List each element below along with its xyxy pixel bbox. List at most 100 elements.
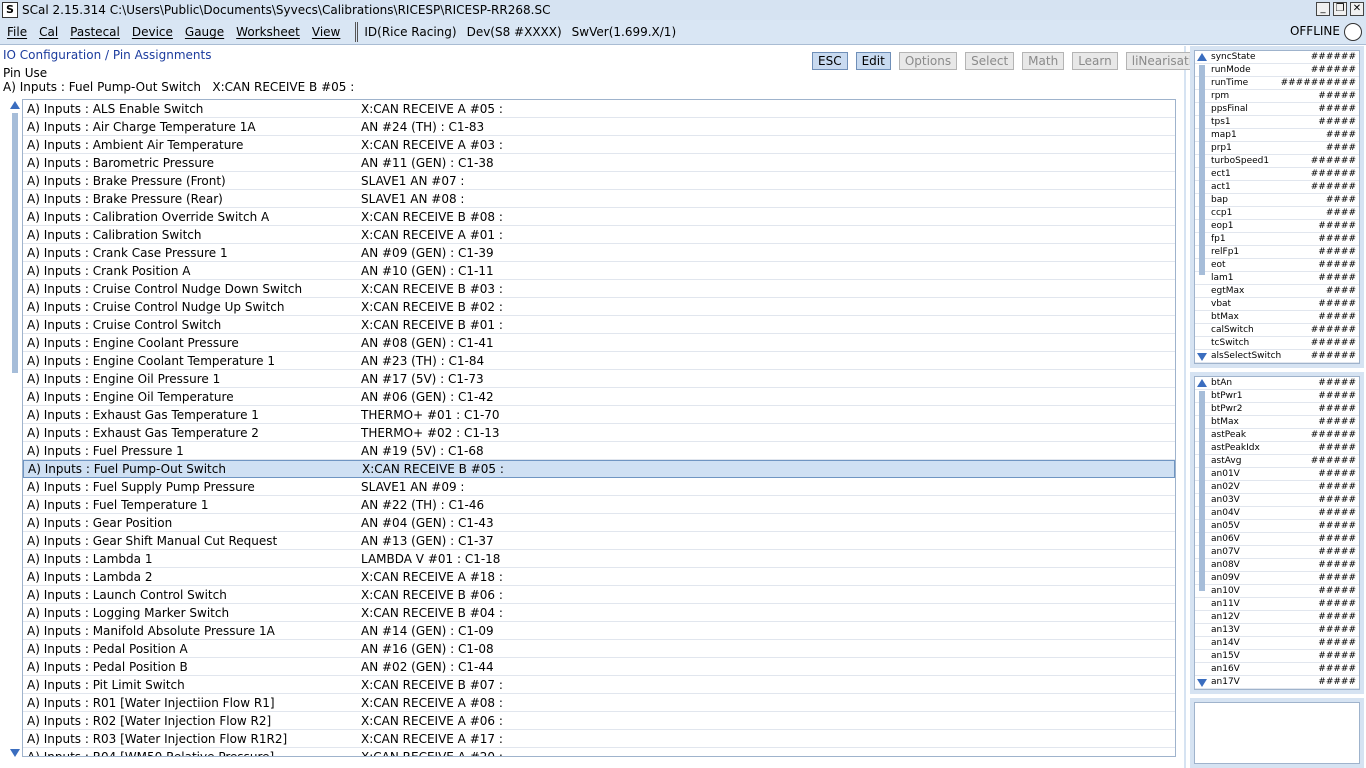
gauge-row[interactable]: an17V ##### [1195, 676, 1359, 689]
gauge-row[interactable]: turboSpeed1 ###### [1195, 155, 1359, 168]
table-row[interactable]: A) Inputs : R01 [Water Injectiion Flow R… [23, 694, 1175, 712]
gauge-row[interactable]: bap #### [1195, 194, 1359, 207]
gauge-row[interactable]: prp1 #### [1195, 142, 1359, 155]
gauge-scrollbar-top[interactable] [1197, 53, 1207, 361]
gauge-row[interactable]: astPeakIdx ##### [1195, 442, 1359, 455]
gauge-row[interactable]: btPwr1 ##### [1195, 390, 1359, 403]
menu-view[interactable]: View [312, 25, 340, 39]
gauge-row[interactable]: eot ##### [1195, 259, 1359, 272]
gauge-row[interactable]: an12V ##### [1195, 611, 1359, 624]
gauge-row[interactable]: tcSwitch ###### [1195, 337, 1359, 350]
table-row[interactable]: A) Inputs : Launch Control Switch X:CAN R… [23, 586, 1175, 604]
table-row[interactable]: A) Inputs : Fuel Supply Pump Pressure SLA… [23, 478, 1175, 496]
table-row[interactable]: A) Inputs : Gear Shift Manual Cut Reques… [23, 532, 1175, 550]
table-row[interactable]: A) Inputs : Pit Limit Switch X:CAN RECEIV… [23, 676, 1175, 694]
table-row[interactable]: A) Inputs : Exhaust Gas Temperature 1 THE… [23, 406, 1175, 424]
table-row[interactable]: A) Inputs : Engine Coolant Temperature 1… [23, 352, 1175, 370]
table-row[interactable]: A) Inputs : R04 [WM50 Relative Pressure]… [23, 748, 1175, 757]
gauge-row[interactable]: astAvg ###### [1195, 455, 1359, 468]
table-row[interactable]: A) Inputs : Logging Marker Switch X:CAN R… [23, 604, 1175, 622]
gauge-row[interactable]: an11V ##### [1195, 598, 1359, 611]
gauge-row[interactable]: btMax ##### [1195, 311, 1359, 324]
page-title[interactable]: IO Configuration / Pin Assignments [3, 48, 211, 62]
menu-file[interactable]: File [7, 25, 27, 39]
gauge-row[interactable]: ect1 ###### [1195, 168, 1359, 181]
table-row[interactable]: A) Inputs : R02 [Water Injection Flow R2… [23, 712, 1175, 730]
table-row[interactable]: A) Inputs : Cruise Control Switch X:CAN R… [23, 316, 1175, 334]
menu-worksheet[interactable]: Worksheet [236, 25, 300, 39]
scroll-down-icon[interactable] [10, 749, 20, 757]
gauge-row[interactable]: an03V ##### [1195, 494, 1359, 507]
list-scrollbar[interactable] [9, 99, 21, 759]
gauge-row[interactable]: an06V ##### [1195, 533, 1359, 546]
gauge-row[interactable]: calSwitch ###### [1195, 324, 1359, 337]
table-row[interactable]: A) Inputs : Exhaust Gas Temperature 2 THE… [23, 424, 1175, 442]
gauge-row[interactable]: an13V ##### [1195, 624, 1359, 637]
gauge-row[interactable]: vbat ##### [1195, 298, 1359, 311]
table-row[interactable]: A) Inputs : Cruise Control Nudge Up Swit… [23, 298, 1175, 316]
gauge-row[interactable]: ppsFinal ##### [1195, 103, 1359, 116]
gauge-row[interactable]: map1 #### [1195, 129, 1359, 142]
table-row[interactable]: A) Inputs : Brake Pressure (Front) SLAVE1… [23, 172, 1175, 190]
learn-button[interactable]: Learn [1072, 52, 1118, 70]
gauge-row[interactable]: an09V ##### [1195, 572, 1359, 585]
menu-gauge[interactable]: Gauge [185, 25, 224, 39]
table-row[interactable]: A) Inputs : Crank Case Pressure 1 AN #09 … [23, 244, 1175, 262]
gauge-row[interactable]: syncState ###### [1195, 51, 1359, 64]
table-row[interactable]: A) Inputs : R03 [Water Injection Flow R1… [23, 730, 1175, 748]
table-row[interactable]: A) Inputs : Lambda 1 LAMBDA V #01 : C1-18 [23, 550, 1175, 568]
table-row[interactable]: A) Inputs : Crank Position A AN #10 (GEN)… [23, 262, 1175, 280]
gauge-row[interactable]: an10V ##### [1195, 585, 1359, 598]
table-row[interactable]: A) Inputs : Pedal Position B AN #02 (GEN)… [23, 658, 1175, 676]
gauge-row[interactable]: an16V ##### [1195, 663, 1359, 676]
gauge-row[interactable]: astPeak ###### [1195, 429, 1359, 442]
connection-indicator-icon[interactable] [1344, 23, 1362, 41]
options-button[interactable]: Options [898, 52, 958, 70]
scroll-down-icon[interactable] [1197, 353, 1207, 361]
gauge-row[interactable]: an07V ##### [1195, 546, 1359, 559]
table-row[interactable]: A) Inputs : Barometric Pressure AN #11 (G… [23, 154, 1175, 172]
gauge-row[interactable]: runTime ########## [1195, 77, 1359, 90]
table-row[interactable]: A) Inputs : ALS Enable Switch X:CAN RECEI… [23, 100, 1175, 118]
menu-cal[interactable]: Cal [39, 25, 58, 39]
table-row[interactable]: A) Inputs : Lambda 2 X:CAN RECEIVE A #18 … [23, 568, 1175, 586]
gauge-row[interactable]: rpm ##### [1195, 90, 1359, 103]
table-row[interactable]: A) Inputs : Fuel Pump-Out Switch X:CAN RE… [23, 460, 1175, 478]
scroll-thumb[interactable] [1199, 391, 1205, 591]
gauge-row[interactable]: egtMax #### [1195, 285, 1359, 298]
math-button[interactable]: Math [1022, 52, 1065, 70]
select-button[interactable]: Select [965, 52, 1015, 70]
gauge-row[interactable]: btPwr2 ##### [1195, 403, 1359, 416]
scroll-thumb[interactable] [1199, 65, 1205, 275]
table-row[interactable]: A) Inputs : Engine Coolant Pressure AN #0… [23, 334, 1175, 352]
table-row[interactable]: A) Inputs : Gear Position AN #04 (GEN) : … [23, 514, 1175, 532]
gauge-row[interactable]: tps1 ##### [1195, 116, 1359, 129]
gauge-row[interactable]: an08V ##### [1195, 559, 1359, 572]
gauge-row[interactable]: lam1 ##### [1195, 272, 1359, 285]
gauge-row[interactable]: runMode ###### [1195, 64, 1359, 77]
menu-device[interactable]: Device [132, 25, 173, 39]
close-button[interactable]: ✕ [1350, 2, 1364, 16]
gauge-row[interactable]: an05V ##### [1195, 520, 1359, 533]
gauge-row[interactable]: btMax ##### [1195, 416, 1359, 429]
gauge-row[interactable]: an15V ##### [1195, 650, 1359, 663]
table-row[interactable]: A) Inputs : Brake Pressure (Rear) SLAVE1 … [23, 190, 1175, 208]
minimize-button[interactable]: _ [1316, 2, 1330, 16]
restore-button[interactable]: ❐ [1333, 2, 1347, 16]
gauge-row[interactable]: alsSelectSwitch ###### [1195, 350, 1359, 363]
output-area[interactable] [1194, 702, 1360, 764]
gauge-row[interactable]: relFp1 ##### [1195, 246, 1359, 259]
scroll-up-icon[interactable] [10, 101, 20, 109]
esc-button[interactable]: ESC [812, 52, 848, 70]
gauge-scrollbar-bottom[interactable] [1197, 379, 1207, 687]
gauge-row[interactable]: eop1 ##### [1195, 220, 1359, 233]
table-row[interactable]: A) Inputs : Calibration Override Switch … [23, 208, 1175, 226]
gauge-row[interactable]: btAn ##### [1195, 377, 1359, 390]
gauge-row[interactable]: an02V ##### [1195, 481, 1359, 494]
table-row[interactable]: A) Inputs : Pedal Position A AN #16 (GEN)… [23, 640, 1175, 658]
table-row[interactable]: A) Inputs : Cruise Control Nudge Down Sw… [23, 280, 1175, 298]
table-row[interactable]: A) Inputs : Engine Oil Pressure 1 AN #17 … [23, 370, 1175, 388]
gauge-row[interactable]: an01V ##### [1195, 468, 1359, 481]
scroll-up-icon[interactable] [1197, 379, 1207, 387]
table-row[interactable]: A) Inputs : Engine Oil Temperature AN #06… [23, 388, 1175, 406]
